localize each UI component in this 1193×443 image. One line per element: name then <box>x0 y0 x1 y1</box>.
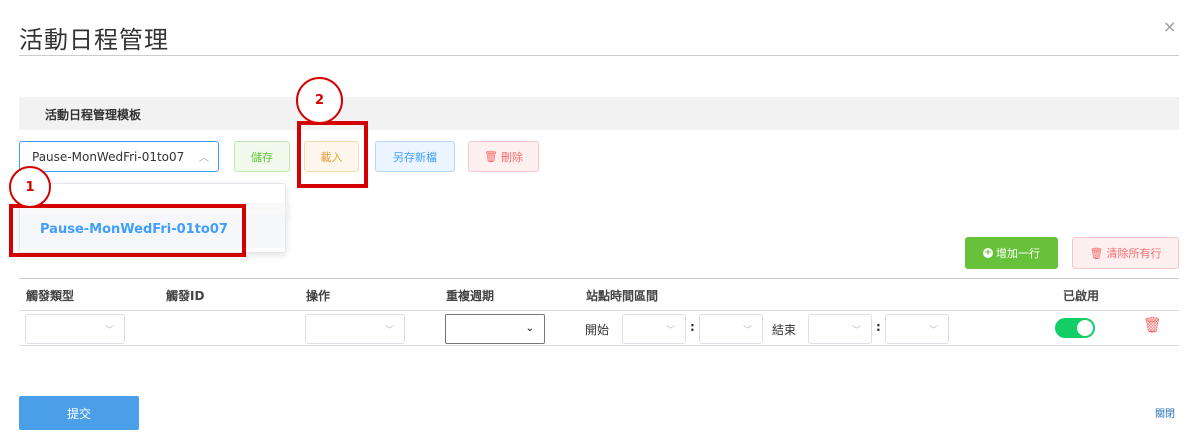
start-hour-select[interactable]: ﹀ <box>622 314 686 344</box>
table-top-border <box>19 278 1179 279</box>
end-time-separator: : <box>876 320 881 334</box>
annotation-circle-2: 2 <box>296 77 343 124</box>
chevron-down-icon: ﹀ <box>384 326 394 336</box>
trash-icon: 🗑 <box>484 150 498 163</box>
column-header-action: 操作 <box>306 289 331 303</box>
column-header-enabled: 已啟用 <box>1063 289 1100 303</box>
chevron-down-icon: ﹀ <box>665 326 675 336</box>
table-bottom-border <box>19 345 1179 346</box>
delete-row-icon[interactable]: 🗑 <box>1143 316 1162 334</box>
action-select[interactable]: ﹀ <box>305 314 405 344</box>
column-header-repeat-cycle: 重複週期 <box>446 289 495 303</box>
annotation-box-1 <box>9 204 246 257</box>
start-time-separator: : <box>690 320 695 334</box>
clear-all-rows-label: 清除所有行 <box>1106 247 1162 260</box>
template-select-value: Pause-MonWedFri-01to07 <box>32 150 185 164</box>
add-row-label: 增加一行 <box>996 247 1040 260</box>
chevron-down-icon: ﹀ <box>742 326 752 336</box>
plus-circle-icon: + <box>983 248 993 258</box>
enabled-toggle[interactable] <box>1055 318 1095 338</box>
start-minute-select[interactable]: ﹀ <box>699 314 763 344</box>
close-link[interactable]: 關閉 <box>1155 405 1175 420</box>
save-as-button[interactable]: 另存新檔 <box>375 141 455 172</box>
submit-button[interactable]: 提交 <box>19 396 139 430</box>
delete-button[interactable]: 🗑 刪除 <box>468 141 539 172</box>
toggle-knob <box>1077 320 1093 336</box>
trash-icon: 🗑 <box>1089 246 1104 260</box>
chevron-up-icon: ︿ <box>199 153 209 164</box>
start-label: 開始 <box>585 323 610 337</box>
template-section-title: 活動日程管理模板 <box>45 108 142 122</box>
column-header-time-range: 站點時間區間 <box>586 289 659 303</box>
chevron-down-icon: ﹀ <box>928 326 938 336</box>
template-select[interactable]: Pause-MonWedFri-01to07 ︿ <box>19 141 219 172</box>
template-section-header: 活動日程管理模板 <box>19 97 1179 130</box>
end-label: 結束 <box>772 323 797 337</box>
annotation-circle-1: 1 <box>9 166 51 208</box>
chevron-down-icon: ﹀ <box>851 326 861 336</box>
trigger-type-select[interactable]: ﹀ <box>25 314 125 344</box>
chevron-down-icon: ﹀ <box>104 326 114 336</box>
chevron-down-icon: ⌄ <box>525 323 534 334</box>
add-row-button[interactable]: + 增加一行 <box>965 237 1058 269</box>
modal-title: 活動日程管理 <box>19 26 169 54</box>
close-icon[interactable]: × <box>1163 17 1176 36</box>
save-button[interactable]: 儲存 <box>234 141 290 172</box>
title-divider <box>19 55 1179 56</box>
repeat-cycle-select[interactable]: ⌄ <box>445 314 545 344</box>
delete-button-label: 刪除 <box>500 150 523 164</box>
end-minute-select[interactable]: ﹀ <box>885 314 949 344</box>
end-hour-select[interactable]: ﹀ <box>808 314 872 344</box>
clear-all-rows-button[interactable]: 🗑 清除所有行 <box>1072 237 1179 269</box>
column-header-trigger-id: 觸發ID <box>166 289 205 303</box>
column-header-trigger-type: 觸發類型 <box>26 289 75 303</box>
table-header-divider <box>19 310 1179 311</box>
annotation-box-2 <box>297 121 368 188</box>
